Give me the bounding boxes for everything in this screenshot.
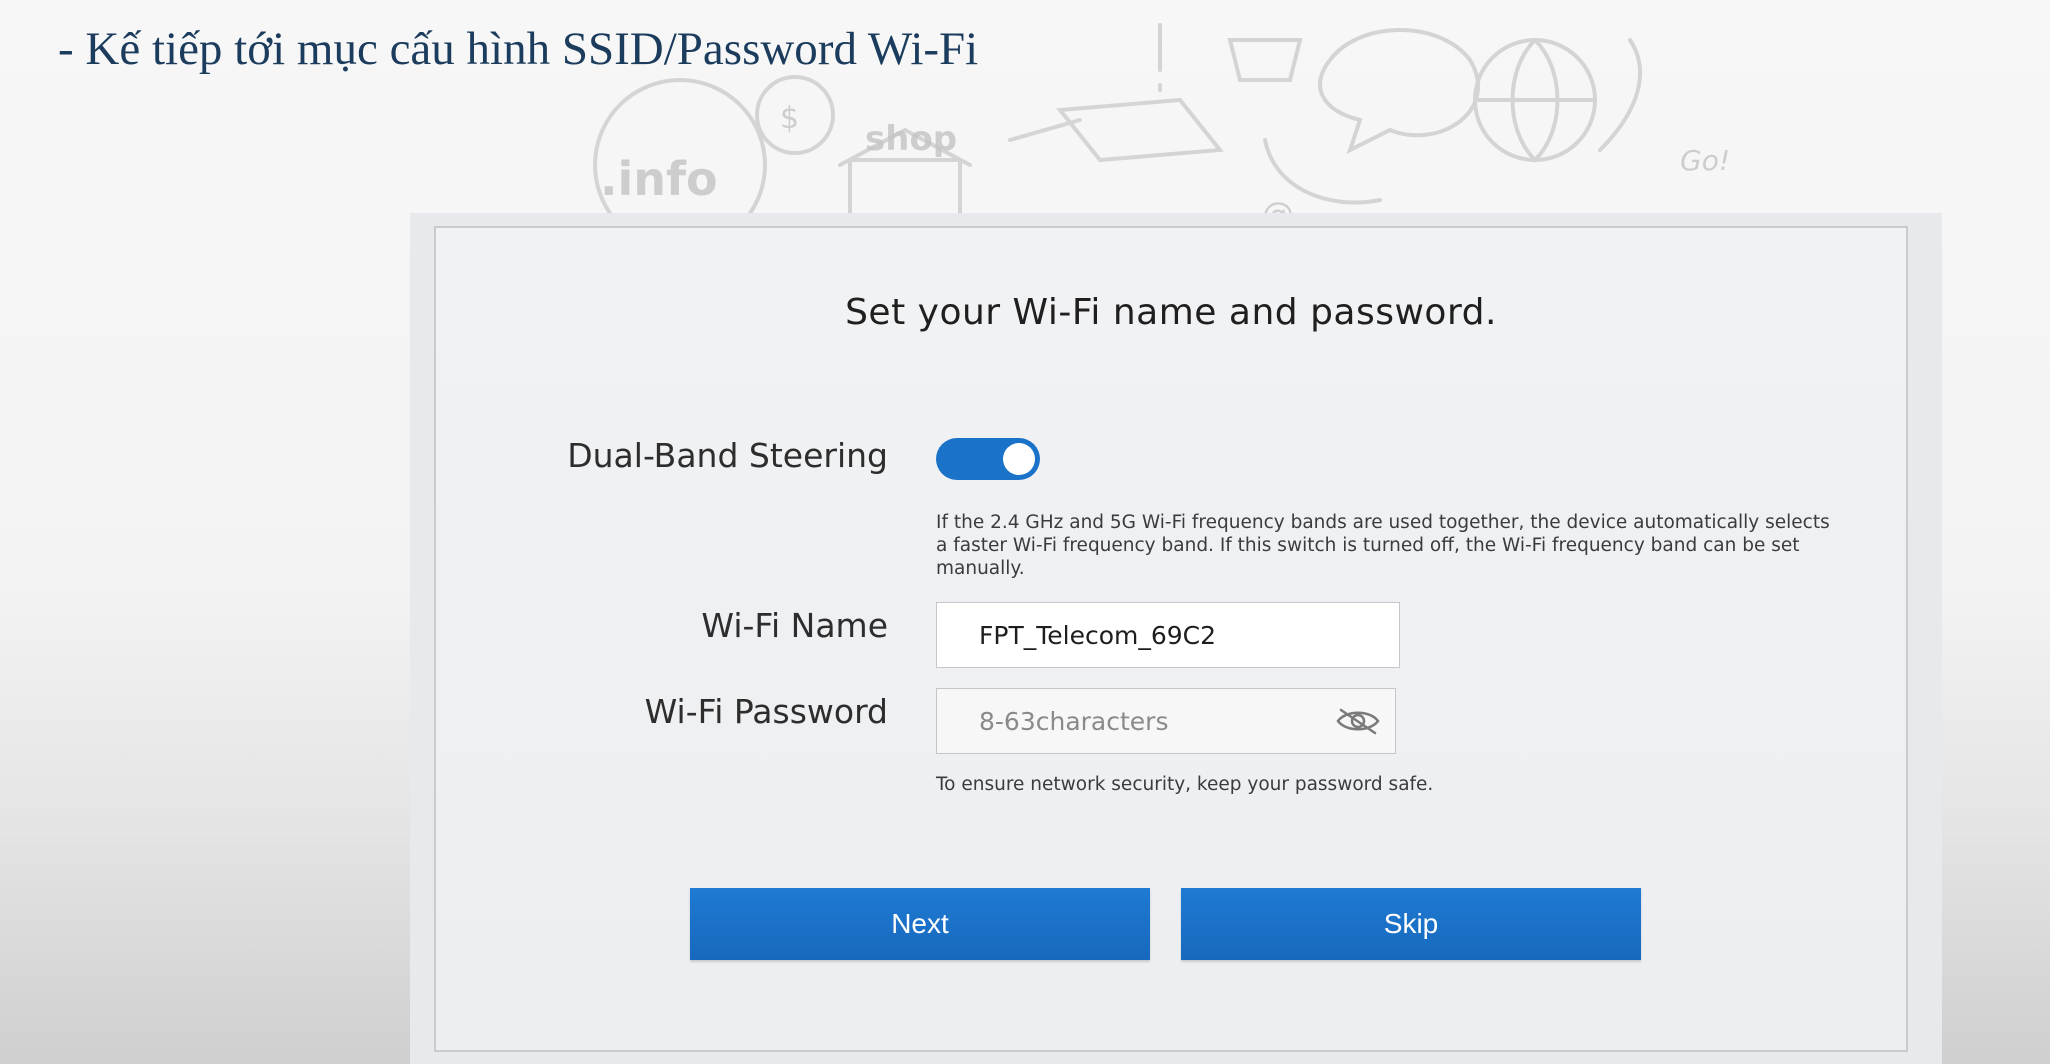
slide-caption: - Kế tiếp tới mục cấu hình SSID/Password…: [58, 23, 979, 75]
next-button[interactable]: Next: [690, 888, 1150, 960]
laptop-doodle: [1008, 97, 1224, 163]
doodle-shop-text: shop: [865, 119, 957, 159]
cart-doodle: [1227, 38, 1303, 82]
eye-hidden-icon[interactable]: [1335, 704, 1381, 738]
wifi-password-label: Wi-Fi Password: [644, 692, 888, 731]
page-title: Set your Wi-Fi name and password.: [845, 292, 1497, 333]
wifi-name-label: Wi-Fi Name: [701, 606, 888, 645]
arrow-doodle: [1598, 38, 1642, 152]
dual-band-help-text: If the 2.4 GHz and 5G Wi-Fi frequency ba…: [936, 512, 1830, 579]
toggle-knob: [1003, 443, 1035, 475]
dual-band-steering-label: Dual-Band Steering: [567, 436, 888, 475]
wifi-name-field: [936, 602, 1400, 668]
skip-button[interactable]: Skip: [1181, 888, 1641, 960]
wifi-setup-panel: Set your Wi-Fi name and password. Dual-B…: [434, 226, 1908, 1052]
dual-band-steering-toggle[interactable]: [936, 438, 1040, 480]
wifi-password-field: [936, 688, 1396, 754]
password-security-note: To ensure network security, keep your pa…: [936, 774, 1434, 795]
doodle-dollar-text: $: [780, 101, 799, 136]
wifi-name-input[interactable]: [937, 603, 1399, 667]
speech-bubble-doodle: [1318, 28, 1480, 154]
phone-doodle: [1263, 138, 1382, 205]
doodle-go-text: Go!: [1680, 144, 1730, 177]
wifi-password-input[interactable]: [937, 689, 1395, 753]
doodle-info-text: .info: [600, 152, 718, 206]
